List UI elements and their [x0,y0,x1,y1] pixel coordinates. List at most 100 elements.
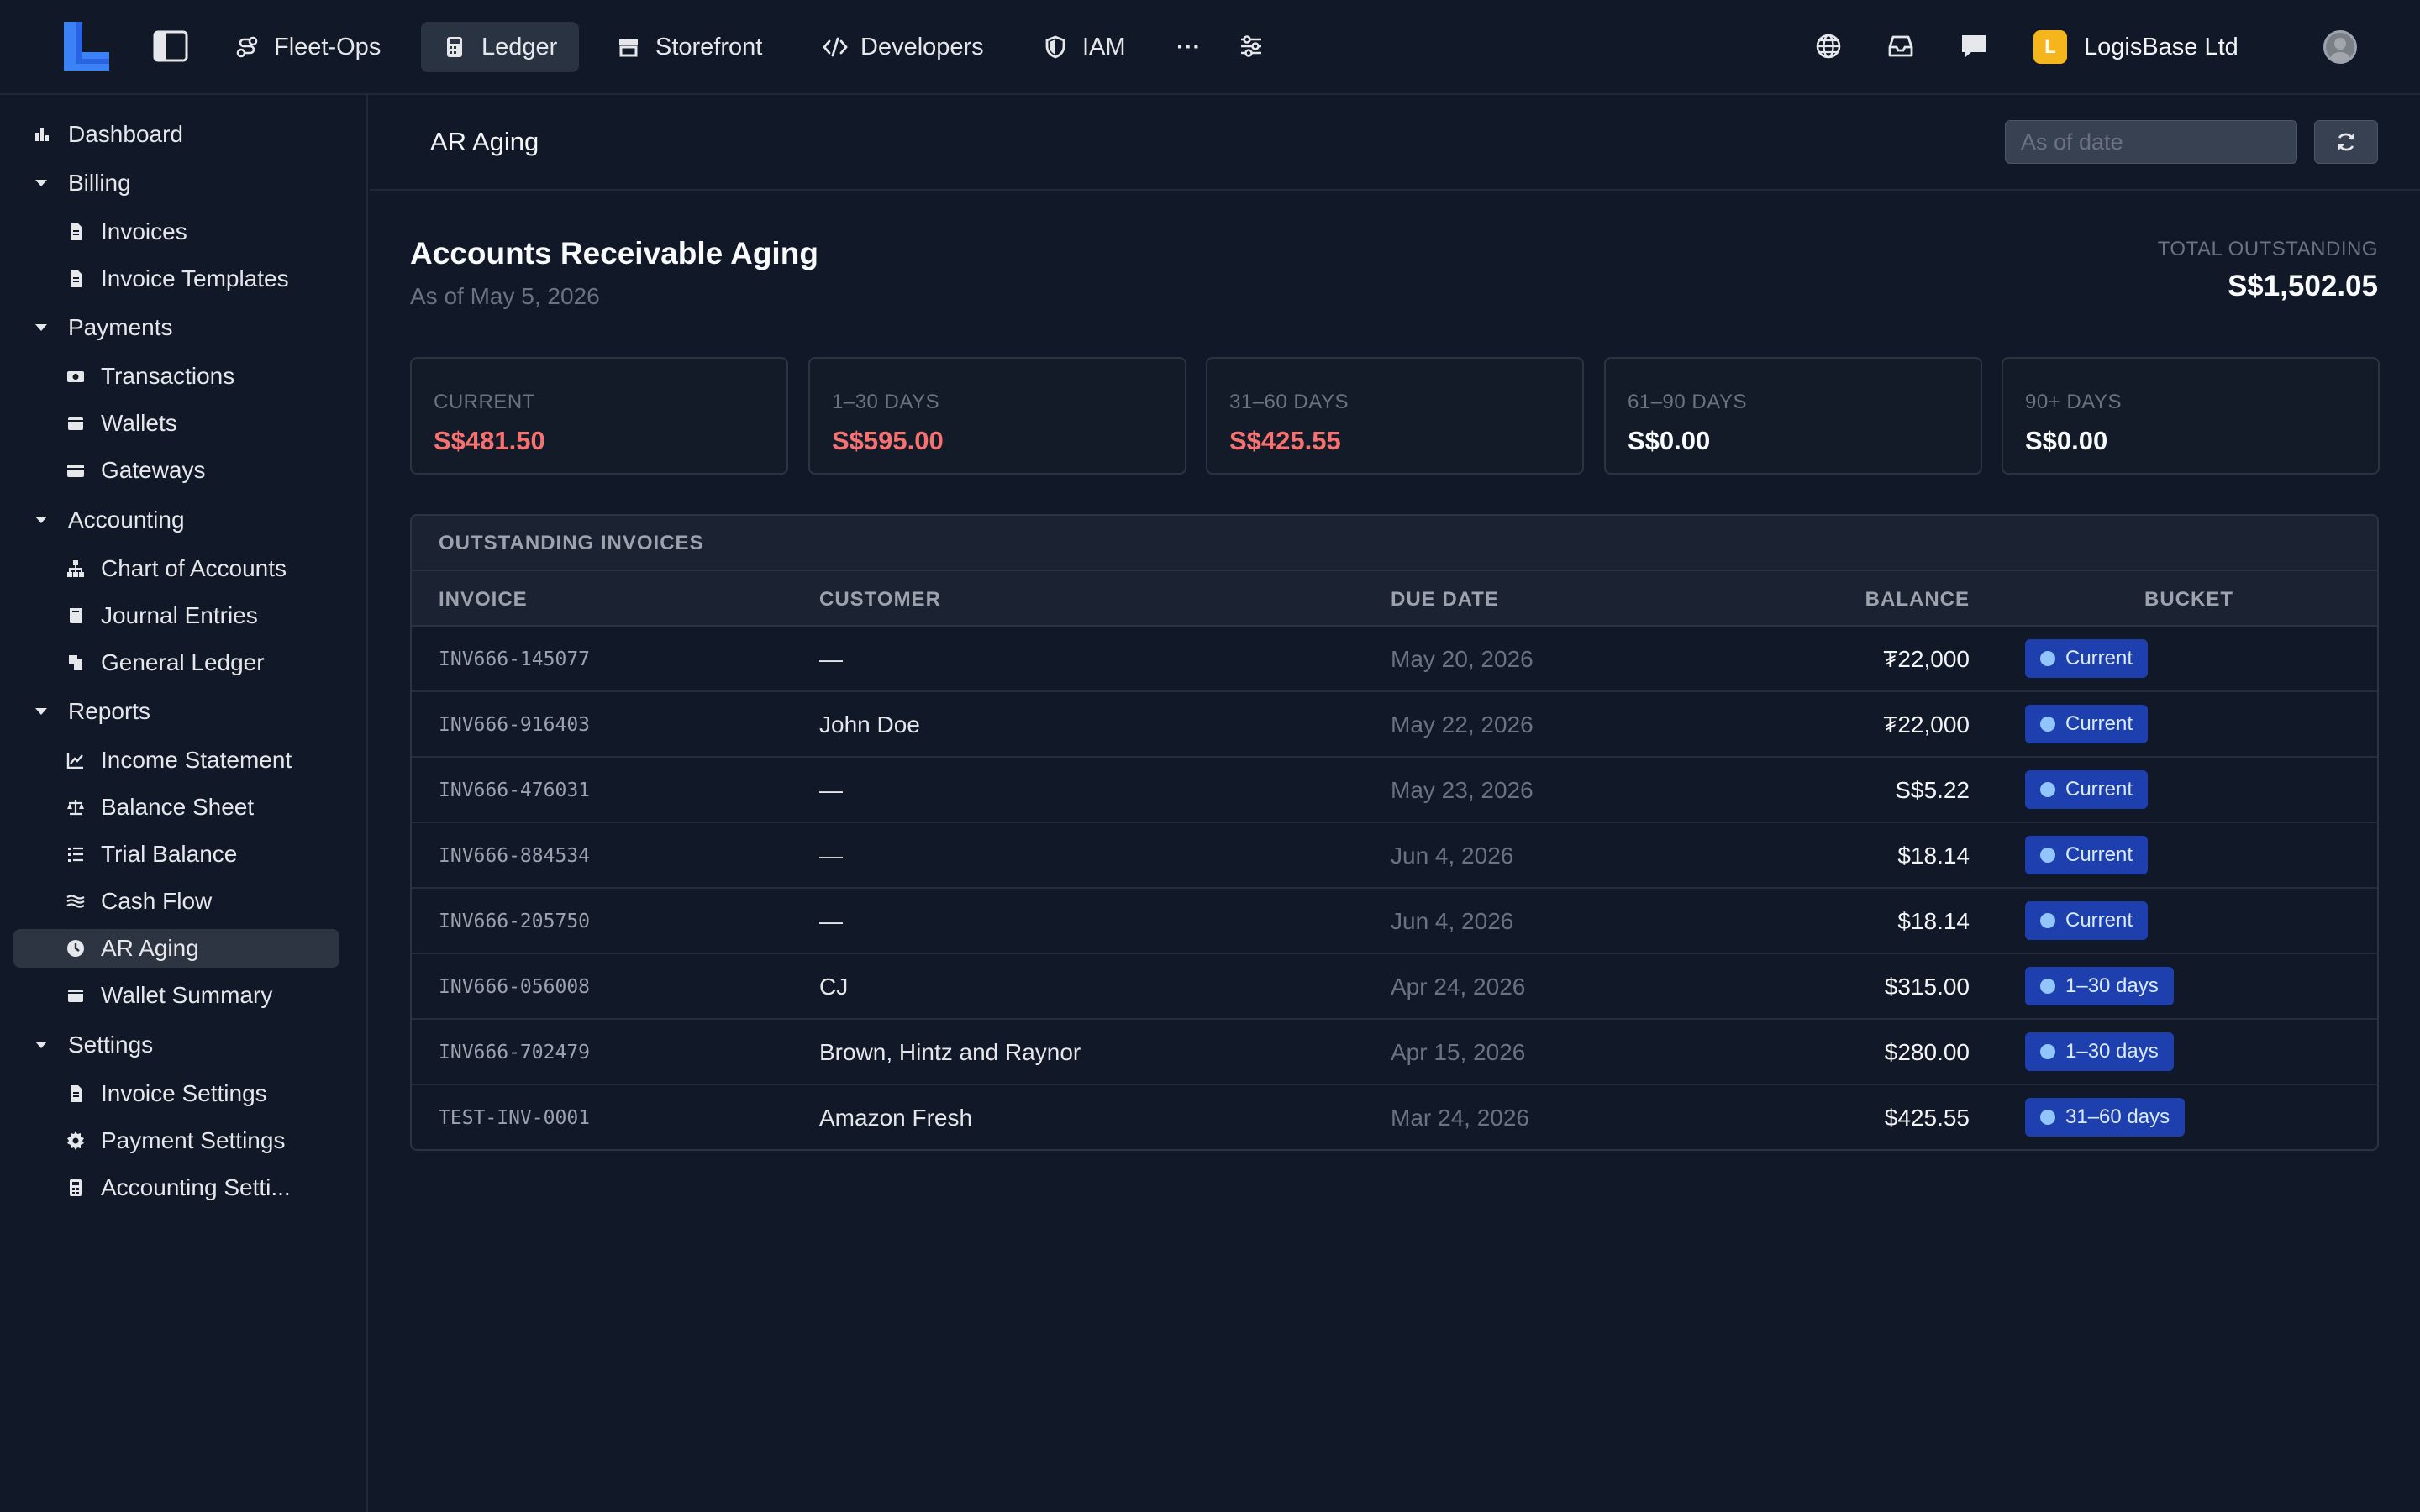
filter-settings-icon[interactable] [1235,30,1267,62]
sidebar-item-label: Journal Entries [101,602,258,628]
bucket-label: 61–90 DAYS [1628,391,1747,413]
sidebar-item-invoices[interactable]: Invoices [13,213,339,251]
customer-cell: — [819,843,843,869]
sidebar-item-income-statement[interactable]: Income Statement [13,741,339,780]
gear-icon [66,1131,86,1151]
badge-dot-icon [2040,717,2055,732]
invoice-number-cell[interactable]: INV666-476031 [439,780,590,801]
sidebar-item-invoice-templates[interactable]: Invoice Templates [13,260,339,298]
caret-down-icon [34,704,49,719]
credit-card-icon [66,460,86,480]
invoice-number-cell[interactable]: INV666-205750 [439,911,590,932]
invoice-number-cell[interactable]: INV666-702479 [439,1042,590,1063]
page-header: AR Aging [370,95,2420,191]
balance-cell: $18.14 [1897,908,1970,934]
badge-dot-icon [2040,913,2055,928]
bucket-card-90-plus-days: 90+ DAYS S$0.00 [2002,357,2380,475]
sidebar-group-payments[interactable]: Payments [13,308,339,347]
shield-icon [1044,35,1067,59]
bucket-badge: Current [2025,836,2149,874]
sidebar-item-general-ledger[interactable]: General Ledger [13,643,339,682]
avatar[interactable] [2323,30,2357,64]
bucket-value: S$481.50 [434,426,545,455]
customer-cell: Amazon Fresh [819,1105,973,1131]
sidebar-item-payment-settings[interactable]: Payment Settings [13,1121,339,1160]
balance-cell: $315.00 [1884,974,1970,1000]
table-row[interactable]: INV666-916403 John Doe May 22, 2026 ₮22,000… [412,692,2377,758]
sidebar-toggle-icon[interactable] [153,30,188,62]
sidebar-item-transactions[interactable]: Transactions [13,357,339,396]
invoice-number-cell[interactable]: TEST-INV-0001 [439,1107,590,1129]
column-header-bucket[interactable]: BUCKET [2144,588,2233,612]
invoice-number-cell[interactable]: INV666-056008 [439,976,590,998]
column-header-customer[interactable]: CUSTOMER [819,588,941,612]
bar-chart-icon [32,124,52,144]
sidebar-item-cash-flow[interactable]: Cash Flow [13,882,339,921]
sidebar: Dashboard Billing Invoices Invoice Templ… [0,95,368,1512]
sidebar-item-wallets[interactable]: Wallets [13,404,339,443]
tab-ledger[interactable]: Ledger [421,22,580,72]
inbox-icon[interactable] [1885,30,1917,62]
globe-icon[interactable] [1812,30,1844,62]
tab-fleet-ops[interactable]: Fleet-Ops [213,22,402,72]
refresh-button[interactable] [2314,120,2378,164]
sidebar-item-gateways[interactable]: Gateways [13,451,339,490]
column-header-due-date[interactable]: DUE DATE [1391,588,1499,612]
sidebar-item-chart-of-accounts[interactable]: Chart of Accounts [13,549,339,588]
sidebar-group-billing[interactable]: Billing [13,164,339,202]
table-row[interactable]: INV666-476031 — May 23, 2026 S$5.22 Current [412,758,2377,823]
table-row[interactable]: INV666-145077 — May 20, 2026 ₮22,000 Current [412,627,2377,692]
table-row[interactable]: TEST-INV-0001 Amazon Fresh Mar 24, 2026 $42… [412,1085,2377,1149]
invoice-number-cell[interactable]: INV666-145077 [439,648,590,670]
sidebar-item-label: General Ledger [101,649,265,675]
sidebar-item-balance-sheet[interactable]: Balance Sheet [13,788,339,827]
column-header-invoice[interactable]: INVOICE [439,588,528,612]
invoice-number-cell[interactable]: INV666-916403 [439,714,590,736]
sidebar-item-ar-aging[interactable]: AR Aging [13,929,339,968]
total-outstanding-value: S$1,502.05 [2227,270,2378,302]
calculator-icon [443,35,466,59]
sidebar-group-reports[interactable]: Reports [13,692,339,731]
as-of-date-input[interactable] [2005,120,2297,164]
tab-label: Storefront [655,33,763,60]
chat-icon[interactable] [1958,30,1990,62]
sidebar-group-settings[interactable]: Settings [13,1026,339,1064]
sidebar-group-label: Reports [68,698,151,724]
tab-developers[interactable]: Developers [800,22,1006,72]
tab-storefront[interactable]: Storefront [595,22,784,72]
caret-down-icon [34,1037,49,1053]
table-row[interactable]: INV666-056008 CJ Apr 24, 2026 $315.00 1–30 d… [412,954,2377,1020]
sidebar-item-label: Transactions [101,363,235,389]
more-menu-button[interactable]: ··· [1165,22,1213,72]
sidebar-item-trial-balance[interactable]: Trial Balance [13,835,339,874]
invoice-number-cell[interactable]: INV666-884534 [439,845,590,867]
table-row[interactable]: INV666-884534 — Jun 4, 2026 $18.14 Current [412,823,2377,889]
sidebar-item-accounting-settings[interactable]: Accounting Setti... [13,1168,339,1207]
org-switcher[interactable]: L LogisBase Ltd [2033,29,2238,66]
column-header-balance[interactable]: BALANCE [1865,588,1970,612]
sidebar-item-dashboard[interactable]: Dashboard [13,115,339,154]
bucket-badge: 31–60 days [2025,1098,2186,1137]
route-icon [235,35,259,59]
customer-cell: John Doe [819,711,920,738]
sidebar-item-journal-entries[interactable]: Journal Entries [13,596,339,635]
sidebar-group-accounting[interactable]: Accounting [13,501,339,539]
badge-dot-icon [2040,979,2055,994]
tab-label: Fleet-Ops [274,33,381,60]
sidebar-item-label: Wallet Summary [101,982,273,1008]
sidebar-item-label: Income Statement [101,747,292,773]
bucket-label: 1–30 DAYS [832,391,940,413]
sidebar-item-invoice-settings[interactable]: Invoice Settings [13,1074,339,1113]
due-date-cell: Mar 24, 2026 [1391,1105,1529,1131]
bucket-card-1-30-days: 1–30 DAYS S$595.00 [808,357,1186,475]
sidebar-item-label: Dashboard [68,121,183,147]
balance-cell: ₮22,000 [1883,711,1970,738]
bucket-badge-label: Current [2065,712,2133,735]
bucket-label: 90+ DAYS [2025,391,2122,413]
bucket-value: S$595.00 [832,426,944,455]
tab-iam[interactable]: IAM [1022,22,1148,72]
table-row[interactable]: INV666-702479 Brown, Hintz and Raynor Apr … [412,1020,2377,1085]
sidebar-item-wallet-summary[interactable]: Wallet Summary [13,976,339,1015]
table-row[interactable]: INV666-205750 — Jun 4, 2026 $18.14 Current [412,889,2377,954]
app-logo[interactable] [60,18,116,74]
